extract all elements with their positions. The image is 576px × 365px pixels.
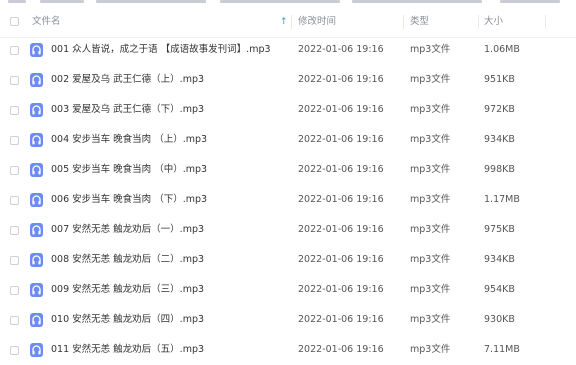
- file-modified-time: 2022-01-06 19:16: [298, 134, 384, 145]
- breadcrumb: [0, 0, 576, 5]
- column-divider[interactable]: [403, 15, 404, 29]
- audio-file-icon: [30, 43, 43, 57]
- file-type: mp3文件: [410, 104, 451, 115]
- column-header-name[interactable]: 文件名: [32, 7, 61, 37]
- file-row[interactable]: 009 安然无恙 触龙劝后（三）.mp3 2022-01-06 19:16 mp3文…: [0, 275, 576, 305]
- file-row[interactable]: 006 安步当车 晚食当肉 （下）.mp3 2022-01-06 19:16 mp3…: [0, 185, 576, 215]
- file-size: 998KB: [484, 164, 515, 175]
- audio-file-icon: [30, 313, 43, 327]
- file-size: 934KB: [484, 254, 515, 265]
- breadcrumb-fragment: [40, 0, 84, 3]
- file-type: mp3文件: [410, 164, 451, 175]
- file-type: mp3文件: [410, 224, 451, 235]
- row-checkbox[interactable]: [10, 346, 19, 355]
- file-name[interactable]: 004 安步当车 晚食当肉 （上）.mp3: [51, 125, 207, 155]
- file-type: mp3文件: [410, 44, 451, 55]
- file-name[interactable]: 009 安然无恙 触龙劝后（三）.mp3: [51, 275, 204, 305]
- file-modified-time: 2022-01-06 19:16: [298, 194, 384, 205]
- file-row[interactable]: 002 爱屋及乌 武王仁德（上）.mp3 2022-01-06 19:16 mp3文…: [0, 65, 576, 95]
- column-divider[interactable]: [478, 15, 479, 29]
- row-checkbox[interactable]: [10, 106, 19, 115]
- file-size: 7.11MB: [484, 344, 520, 355]
- file-name[interactable]: 005 安步当车 晚食当肉 （中）.mp3: [51, 155, 207, 185]
- row-checkbox[interactable]: [10, 316, 19, 325]
- file-name[interactable]: 008 安然无恙 触龙劝后（二）.mp3: [51, 245, 204, 275]
- file-row[interactable]: 004 安步当车 晚食当肉 （上）.mp3 2022-01-06 19:16 mp3…: [0, 125, 576, 155]
- row-checkbox[interactable]: [10, 196, 19, 205]
- audio-file-icon: [30, 103, 43, 117]
- file-type: mp3文件: [410, 74, 451, 85]
- file-name[interactable]: 001 众人皆说，成之于语 【成语故事发刊词】.mp3: [51, 35, 271, 65]
- file-size: 930KB: [484, 314, 515, 325]
- file-size: 1.17MB: [484, 194, 520, 205]
- file-size: 934KB: [484, 134, 515, 145]
- column-header-size[interactable]: 大小: [484, 7, 503, 37]
- breadcrumb-fragment: [96, 0, 206, 3]
- row-checkbox[interactable]: [10, 286, 19, 295]
- audio-file-icon: [30, 283, 43, 297]
- file-row[interactable]: 001 众人皆说，成之于语 【成语故事发刊词】.mp3 2022-01-06 19…: [0, 35, 576, 65]
- column-divider[interactable]: [291, 15, 292, 29]
- column-header-type[interactable]: 类型: [410, 7, 429, 37]
- file-row[interactable]: 008 安然无恙 触龙劝后（二）.mp3 2022-01-06 19:16 mp3文…: [0, 245, 576, 275]
- audio-file-icon: [30, 253, 43, 267]
- file-type: mp3文件: [410, 344, 451, 355]
- file-modified-time: 2022-01-06 19:16: [298, 164, 384, 175]
- row-checkbox[interactable]: [10, 46, 19, 55]
- row-checkbox[interactable]: [10, 166, 19, 175]
- row-checkbox[interactable]: [10, 136, 19, 145]
- file-row[interactable]: 010 安然无恙 触龙劝后（四）.mp3 2022-01-06 19:16 mp3文…: [0, 305, 576, 335]
- file-row[interactable]: 011 安然无恙 触龙劝后（五）.mp3 2022-01-06 19:16 mp3文…: [0, 335, 576, 365]
- audio-file-icon: [30, 343, 43, 357]
- file-modified-time: 2022-01-06 19:16: [298, 254, 384, 265]
- sort-up-arrow-icon[interactable]: ↑: [280, 7, 288, 37]
- audio-file-icon: [30, 73, 43, 87]
- file-row[interactable]: 007 安然无恙 触龙劝后（一）.mp3 2022-01-06 19:16 mp3文…: [0, 215, 576, 245]
- file-name[interactable]: 010 安然无恙 触龙劝后（四）.mp3: [51, 305, 204, 335]
- column-header-time[interactable]: 修改时间: [298, 7, 336, 37]
- file-row[interactable]: 005 安步当车 晚食当肉 （中）.mp3 2022-01-06 19:16 mp3…: [0, 155, 576, 185]
- file-name[interactable]: 002 爱屋及乌 武王仁德（上）.mp3: [51, 65, 204, 95]
- column-divider[interactable]: [545, 15, 546, 29]
- file-type: mp3文件: [410, 254, 451, 265]
- file-size: 954KB: [484, 284, 515, 295]
- file-name[interactable]: 007 安然无恙 触龙劝后（一）.mp3: [51, 215, 204, 245]
- file-type: mp3文件: [410, 314, 451, 325]
- breadcrumb-fragment: [500, 0, 560, 3]
- file-type: mp3文件: [410, 194, 451, 205]
- file-modified-time: 2022-01-06 19:16: [298, 284, 384, 295]
- file-name[interactable]: 011 安然无恙 触龙劝后（五）.mp3: [51, 335, 204, 365]
- file-modified-time: 2022-01-06 19:16: [298, 314, 384, 325]
- audio-file-icon: [30, 163, 43, 177]
- file-modified-time: 2022-01-06 19:16: [298, 74, 384, 85]
- file-size: 951KB: [484, 74, 515, 85]
- file-modified-time: 2022-01-06 19:16: [298, 224, 384, 235]
- row-checkbox[interactable]: [10, 76, 19, 85]
- breadcrumb-fragment: [8, 0, 26, 3]
- file-size: 972KB: [484, 104, 515, 115]
- row-checkbox[interactable]: [10, 226, 19, 235]
- breadcrumb-fragment: [220, 0, 340, 3]
- audio-file-icon: [30, 193, 43, 207]
- breadcrumb-fragment: [352, 0, 482, 3]
- file-modified-time: 2022-01-06 19:16: [298, 344, 384, 355]
- audio-file-icon: [30, 223, 43, 237]
- file-list-header: 文件名 ↑ 修改时间 类型 大小: [0, 7, 576, 38]
- audio-file-icon: [30, 133, 43, 147]
- file-type: mp3文件: [410, 134, 451, 145]
- file-size: 975KB: [484, 224, 515, 235]
- file-modified-time: 2022-01-06 19:16: [298, 44, 384, 55]
- file-name[interactable]: 006 安步当车 晚食当肉 （下）.mp3: [51, 185, 207, 215]
- file-name[interactable]: 003 爱屋及乌 武王仁德（下）.mp3: [51, 95, 204, 125]
- file-row[interactable]: 003 爱屋及乌 武王仁德（下）.mp3 2022-01-06 19:16 mp3文…: [0, 95, 576, 125]
- file-modified-time: 2022-01-06 19:16: [298, 104, 384, 115]
- select-all-checkbox[interactable]: [10, 17, 19, 26]
- row-checkbox[interactable]: [10, 256, 19, 265]
- file-size: 1.06MB: [484, 44, 520, 55]
- file-type: mp3文件: [410, 284, 451, 295]
